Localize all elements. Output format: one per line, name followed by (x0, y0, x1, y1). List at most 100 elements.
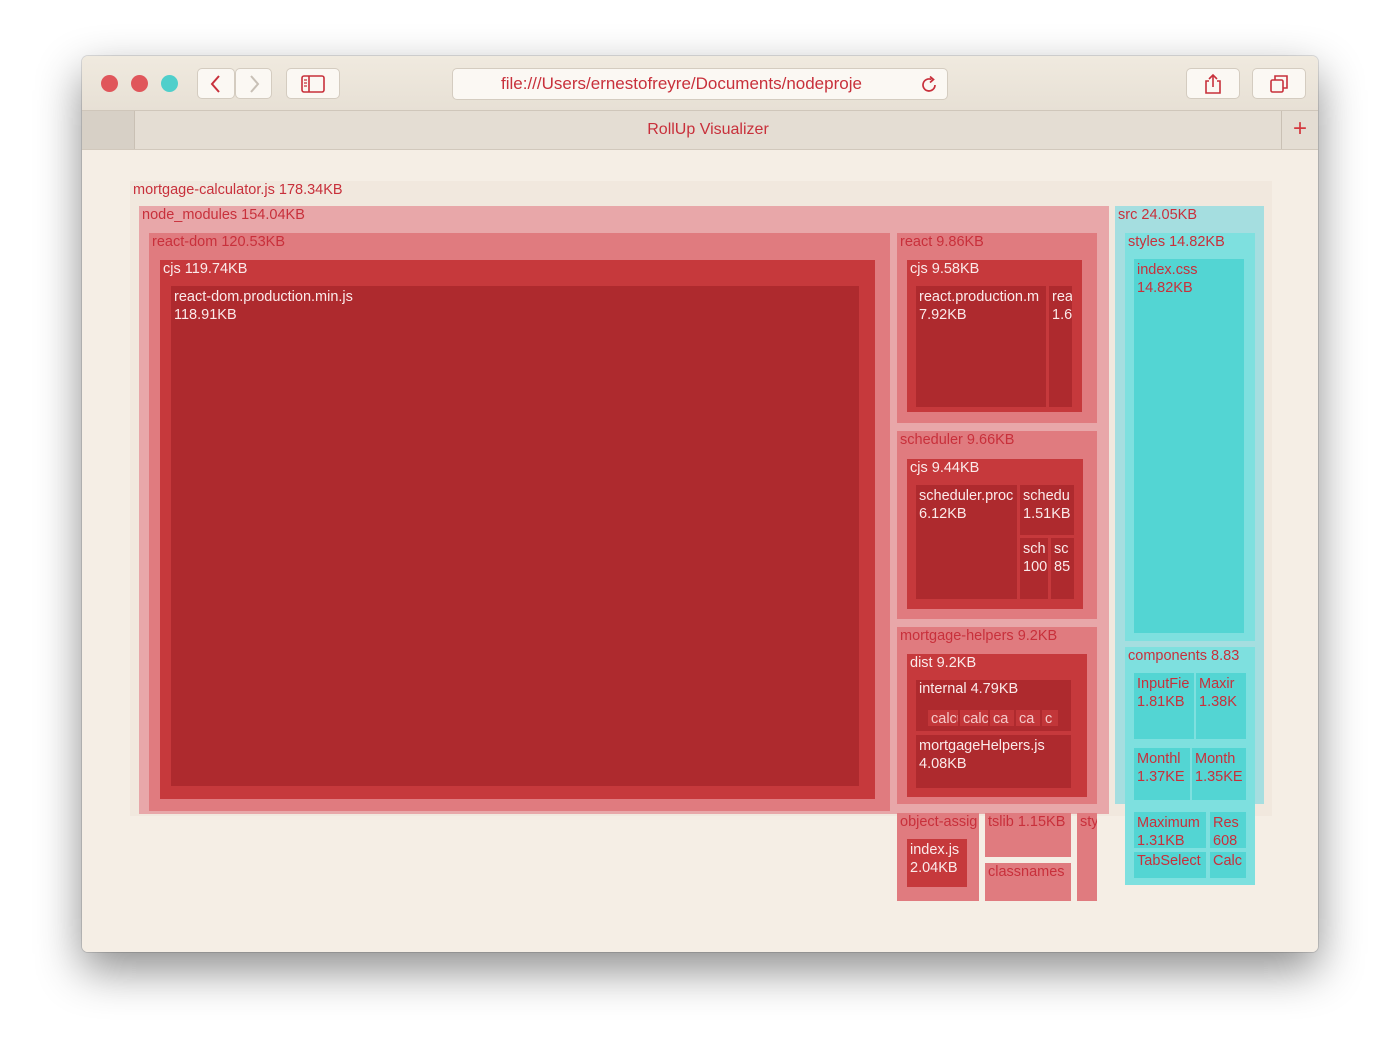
tab-rollup-visualizer[interactable]: RollUp Visualizer (134, 111, 1282, 149)
treemap-node-label: ca (1019, 710, 1034, 726)
share-button[interactable] (1186, 68, 1240, 99)
browser-window: file:///Users/ernestofreyre/Documents/no… (82, 56, 1318, 952)
treemap-node-scheduler-proc[interactable]: scheduler.proc 6.12KB (916, 485, 1017, 599)
node-size: 120.53KB (221, 234, 286, 250)
treemap-node-schedu[interactable]: schedu 1.51KB (1020, 485, 1074, 535)
reload-icon[interactable] (919, 75, 939, 95)
treemap-node-ca[interactable]: ca (1016, 710, 1040, 726)
treemap-node-mortgagehelpers-js[interactable]: mortgageHelpers.js 4.08KB (916, 735, 1071, 788)
treemap-node-month[interactable]: Month 1.35KE (1192, 748, 1246, 800)
minimize-window-button[interactable] (131, 75, 148, 92)
treemap-node-calcu[interactable]: calcu (928, 710, 958, 726)
node-name: sc (1054, 541, 1069, 557)
node-name: Res (1213, 815, 1239, 831)
address-bar[interactable]: file:///Users/ernestofreyre/Documents/no… (452, 68, 948, 100)
node-size: 100 (1023, 559, 1048, 575)
node-name: react.production.m (919, 289, 1040, 305)
chevron-left-icon (210, 74, 220, 93)
node-name: dist (910, 655, 933, 671)
node-size: 14.82KB (1169, 234, 1225, 250)
node-size: 118.91KB (174, 307, 237, 323)
treemap-node-label: c (1045, 710, 1052, 726)
node-size: 9.86KB (936, 234, 984, 250)
node-size: 1.6 (1052, 307, 1072, 323)
treemap-node-react-production-m[interactable]: react.production.m 7.92KB (916, 286, 1046, 407)
treemap-node-rea[interactable]: rea 1.6 (1049, 286, 1072, 407)
close-window-button[interactable] (101, 75, 118, 92)
treemap-node-label: dist 9.2KB (910, 654, 976, 672)
tabs-overview-button[interactable] (1252, 68, 1306, 99)
treemap-node-label: sch 100 (1023, 540, 1047, 576)
node-name: internal (919, 681, 967, 697)
treemap-node-calc[interactable]: calc (960, 710, 988, 726)
treemap-node-react-dom-production-min-js[interactable]: react-dom.production.min.js 118.91KB (171, 286, 859, 786)
treemap-node-label: object-assig (900, 813, 977, 831)
node-name: c (1045, 711, 1053, 726)
node-name: calc (963, 711, 988, 726)
treemap-node-index-css[interactable]: index.css 14.82KB (1134, 259, 1244, 633)
treemap-node-monthl[interactable]: Monthl 1.37KE (1134, 748, 1190, 800)
treemap-node-label: mortgage-helpers 9.2KB (900, 627, 1057, 645)
tab-bar: RollUp Visualizer + (82, 111, 1318, 150)
treemap-node-label: calc (963, 710, 988, 726)
zoom-window-button[interactable] (161, 75, 178, 92)
treemap-node-res[interactable]: Res 608 (1210, 812, 1246, 848)
treemap-node-label: calcu (931, 710, 958, 726)
treemap-node-maxir[interactable]: Maxir 1.38K (1196, 673, 1246, 739)
treemap-node-classnames[interactable]: classnames (985, 863, 1071, 901)
node-size: 1.37KE (1137, 769, 1185, 785)
node-size: 9.58KB (931, 261, 980, 277)
node-name: node_modules (142, 207, 238, 223)
node-name: src (1118, 207, 1138, 223)
treemap-node-sch[interactable]: sch 100 (1020, 538, 1048, 599)
treemap-node-label: sty (1080, 813, 1097, 831)
node-size: 178.34KB (278, 182, 343, 198)
treemap-node-label: scheduler.proc 6.12KB (919, 487, 1013, 523)
share-icon (1205, 73, 1221, 94)
node-name: schedu (1023, 488, 1070, 504)
new-tab-button[interactable]: + (1281, 111, 1318, 149)
node-size: 9.2KB (936, 655, 977, 671)
node-name: Monthl (1137, 751, 1181, 767)
treemap-node-label: internal 4.79KB (919, 680, 1018, 698)
treemap-node-label: react-dom 120.53KB (152, 233, 285, 251)
node-size: 2.04KB (910, 860, 958, 876)
tabs-overview-icon (1270, 74, 1288, 93)
node-size: 6.12KB (919, 506, 967, 522)
treemap-node-label: Calc (1213, 852, 1242, 870)
node-size: 1.81KB (1137, 694, 1185, 710)
treemap-node-label: index.css 14.82KB (1137, 261, 1197, 297)
sidebar-toggle-button[interactable] (286, 68, 340, 99)
treemap-node-tabselect[interactable]: TabSelect (1134, 852, 1206, 878)
treemap-node-label: rea 1.6 (1052, 288, 1072, 324)
node-name: react-dom (152, 234, 218, 250)
treemap-node-ca[interactable]: ca (990, 710, 1014, 726)
node-size: 1.15KB (1017, 814, 1066, 830)
node-name: Calc (1213, 853, 1243, 869)
node-size: 154.04KB (241, 207, 305, 223)
browser-toolbar: file:///Users/ernestofreyre/Documents/no… (82, 56, 1318, 111)
node-size: 9.44KB (931, 460, 980, 476)
node-name: scheduler (900, 432, 963, 448)
node-name: mortgageHelpers.js (919, 738, 1045, 754)
treemap-node-label: react.production.m 7.92KB (919, 288, 1039, 324)
node-name: index.css (1137, 262, 1198, 278)
treemap-node-sty[interactable]: sty (1077, 813, 1097, 901)
treemap-node-sc[interactable]: sc 85 (1051, 538, 1074, 599)
node-size: 608 (1213, 833, 1238, 848)
treemap-node-calc[interactable]: Calc (1210, 852, 1246, 878)
treemap-node-label: schedu 1.51KB (1023, 487, 1071, 523)
node-name: InputFie (1137, 676, 1190, 692)
treemap-node-inputfie[interactable]: InputFie 1.81KB (1134, 673, 1194, 739)
node-name: sty (1080, 814, 1097, 830)
node-size: 119.74KB (184, 261, 248, 277)
back-button[interactable] (197, 68, 235, 99)
treemap-node-index-js[interactable]: index.js 2.04KB (907, 839, 967, 887)
treemap-node-maximum[interactable]: Maximum 1.31KB (1134, 812, 1206, 848)
forward-button[interactable] (235, 68, 272, 99)
node-name: classnames (988, 864, 1065, 880)
treemap-node-c[interactable]: c (1042, 710, 1058, 726)
node-size: 85 (1054, 559, 1071, 575)
treemap-node-tslib[interactable]: tslib 1.15KB (985, 813, 1071, 857)
node-size: 8.83 (1211, 648, 1240, 664)
